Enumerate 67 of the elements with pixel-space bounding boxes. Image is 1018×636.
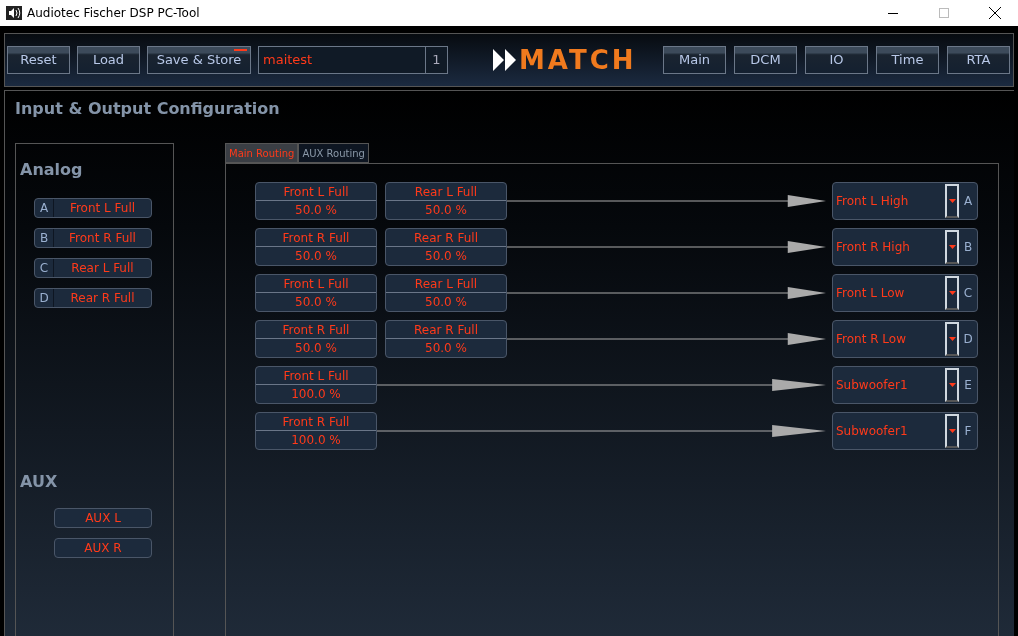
page-title: Input & Output Configuration [15, 98, 281, 120]
source-mix-box[interactable]: Rear R Full 50.0 % [385, 320, 507, 358]
mix-share: 50.0 % [294, 202, 338, 219]
output-dropdown[interactable]: Front L Low C [832, 274, 978, 312]
mix-share: 50.0 % [424, 340, 468, 357]
output-dropdown[interactable]: Front R High B [832, 228, 978, 266]
caret-icon [948, 429, 956, 433]
nav-button[interactable]: IO [805, 46, 868, 74]
nav-button[interactable]: DCM [734, 46, 797, 74]
setup-number: 1 [425, 47, 447, 73]
setup-name-field[interactable]: maitest 1 [258, 46, 448, 74]
logo: MATCH [519, 47, 637, 73]
mix-share: 100.0 % [290, 386, 342, 403]
source-mix-box[interactable]: Rear L Full 50.0 % [385, 182, 507, 220]
output-channel-letter: B [962, 239, 974, 256]
output-dropdown[interactable]: Subwoofer1 E [832, 366, 978, 404]
output-dropdown[interactable]: Front R Low D [832, 320, 978, 358]
output-channel-letter: A [962, 193, 974, 210]
caret-icon [948, 199, 956, 203]
input-channel[interactable]: D Rear R Full [34, 288, 152, 308]
channel-letter: B [35, 229, 54, 247]
caret-icon [948, 291, 956, 295]
close-icon[interactable] [989, 7, 1001, 19]
input-channel[interactable]: B Front R Full [34, 228, 152, 248]
aux-channel[interactable]: AUX R [54, 538, 152, 558]
toolbar-button[interactable]: Load [77, 46, 140, 74]
mix-share: 50.0 % [424, 294, 468, 311]
source-mix-box[interactable]: Front L Full 50.0 % [255, 274, 377, 312]
toolbar-button[interactable]: Save & Store [147, 46, 251, 74]
source-mix-box[interactable]: Front R Full 50.0 % [255, 320, 377, 358]
channel-letter: A [35, 199, 54, 217]
caret-icon [948, 383, 956, 387]
source-mix-box[interactable]: Front R Full 50.0 % [255, 228, 377, 266]
output-channel-letter: E [963, 377, 973, 394]
mix-share: 50.0 % [294, 294, 338, 311]
nav-button[interactable]: Time [876, 46, 939, 74]
nav-button[interactable]: RTA [947, 46, 1010, 74]
mix-share: 50.0 % [424, 248, 468, 265]
source-mix-box[interactable]: Rear R Full 50.0 % [385, 228, 507, 266]
toolbar-button[interactable]: Reset [7, 46, 70, 74]
speaker-icon [6, 6, 22, 20]
output-dropdown[interactable]: Front L High A [832, 182, 978, 220]
aux-channel[interactable]: AUX L [54, 508, 152, 528]
channel-letter: C [35, 259, 54, 277]
source-mix-box[interactable]: Front L Full 100.0 % [255, 366, 377, 404]
section-title: Analog [20, 159, 84, 181]
output-channel-letter: D [962, 331, 974, 348]
mix-share: 50.0 % [294, 340, 338, 357]
input-channel[interactable]: A Front L Full [34, 198, 152, 218]
routing-tab[interactable]: AUX Routing [298, 143, 369, 163]
mix-share: 100.0 % [290, 432, 342, 449]
caret-icon [948, 337, 956, 341]
source-mix-box[interactable]: Front L Full 50.0 % [255, 182, 377, 220]
section-title: AUX [20, 471, 59, 493]
channel-letter: D [35, 289, 54, 307]
nav-button[interactable]: Main [663, 46, 726, 74]
window-title: Audiotec Fischer DSP PC-Tool [27, 5, 201, 22]
source-mix-box[interactable]: Rear L Full 50.0 % [385, 274, 507, 312]
caret-icon [948, 245, 956, 249]
mix-share: 50.0 % [294, 248, 338, 265]
output-channel-letter: C [962, 285, 974, 302]
input-channel[interactable]: C Rear L Full [34, 258, 152, 278]
mix-share: 50.0 % [424, 202, 468, 219]
play-icon [493, 49, 517, 71]
source-mix-box[interactable]: Front R Full 100.0 % [255, 412, 377, 450]
output-dropdown[interactable]: Subwoofer1 F [832, 412, 978, 450]
output-channel-letter: F [963, 423, 973, 440]
